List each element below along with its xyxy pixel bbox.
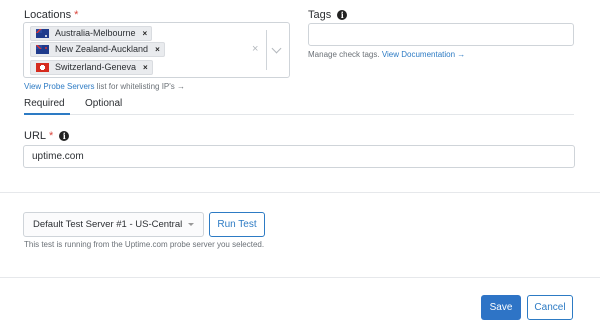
run-test-button[interactable]: Run Test (209, 212, 265, 237)
tags-help-text: Manage check tags. (308, 50, 382, 59)
url-input[interactable] (23, 145, 575, 168)
info-icon[interactable]: i (337, 10, 348, 20)
remove-chip-icon[interactable]: × (155, 45, 160, 54)
tabs-divider (24, 114, 574, 115)
cancel-button[interactable]: Cancel (527, 295, 573, 320)
tags-input[interactable] (308, 23, 574, 46)
location-chip-switzerland-geneva: Switzerland-Geneva × (30, 60, 153, 75)
view-documentation-link[interactable]: View Documentation → (382, 50, 465, 59)
locations-help: View Probe Servers list for whitelisting… (24, 82, 185, 91)
new-zealand-flag-icon (36, 45, 49, 54)
tags-label: Tags i (308, 9, 348, 21)
chip-label: Switzerland-Geneva (55, 62, 137, 72)
probe-server-value: Default Test Server #1 - US-Central (33, 219, 183, 230)
locations-label: Locations * (24, 9, 78, 21)
info-icon[interactable]: i (59, 131, 70, 141)
required-asterisk: * (49, 130, 54, 142)
section-divider (0, 192, 600, 193)
locations-multiselect[interactable]: Australia-Melbourne × New Zealand-Aucklan… (23, 22, 290, 78)
tab-optional[interactable]: Optional (85, 98, 122, 109)
select-divider (266, 30, 267, 70)
tags-help: Manage check tags. View Documentation → (308, 50, 465, 59)
location-chip-new-zealand-auckland: New Zealand-Auckland × (30, 42, 165, 57)
required-asterisk: * (74, 9, 79, 21)
switzerland-flag-icon (36, 63, 49, 72)
url-label: URL * i (24, 130, 70, 142)
australia-flag-icon (36, 29, 49, 38)
probe-server-help: This test is running from the Uptime.com… (24, 240, 265, 249)
tags-label-text: Tags (308, 9, 332, 21)
view-probe-servers-link[interactable]: View Probe Servers (24, 82, 95, 91)
remove-chip-icon[interactable]: × (143, 63, 148, 72)
clear-selection-icon[interactable]: × (252, 43, 258, 55)
save-button[interactable]: Save (481, 295, 521, 320)
chip-label: Australia-Melbourne (55, 28, 136, 38)
url-label-text: URL (24, 130, 47, 142)
caret-down-icon (188, 223, 194, 226)
locations-help-text: list for whitelisting IP's → (94, 82, 186, 91)
remove-chip-icon[interactable]: × (143, 29, 148, 38)
locations-label-text: Locations (24, 9, 72, 21)
footer-divider (0, 277, 600, 278)
location-chip-australia-melbourne: Australia-Melbourne × (30, 26, 153, 41)
chip-label: New Zealand-Auckland (55, 44, 149, 54)
active-tab-indicator (24, 113, 70, 115)
probe-server-select[interactable]: Default Test Server #1 - US-Central (23, 212, 204, 237)
tab-required[interactable]: Required (24, 98, 65, 109)
